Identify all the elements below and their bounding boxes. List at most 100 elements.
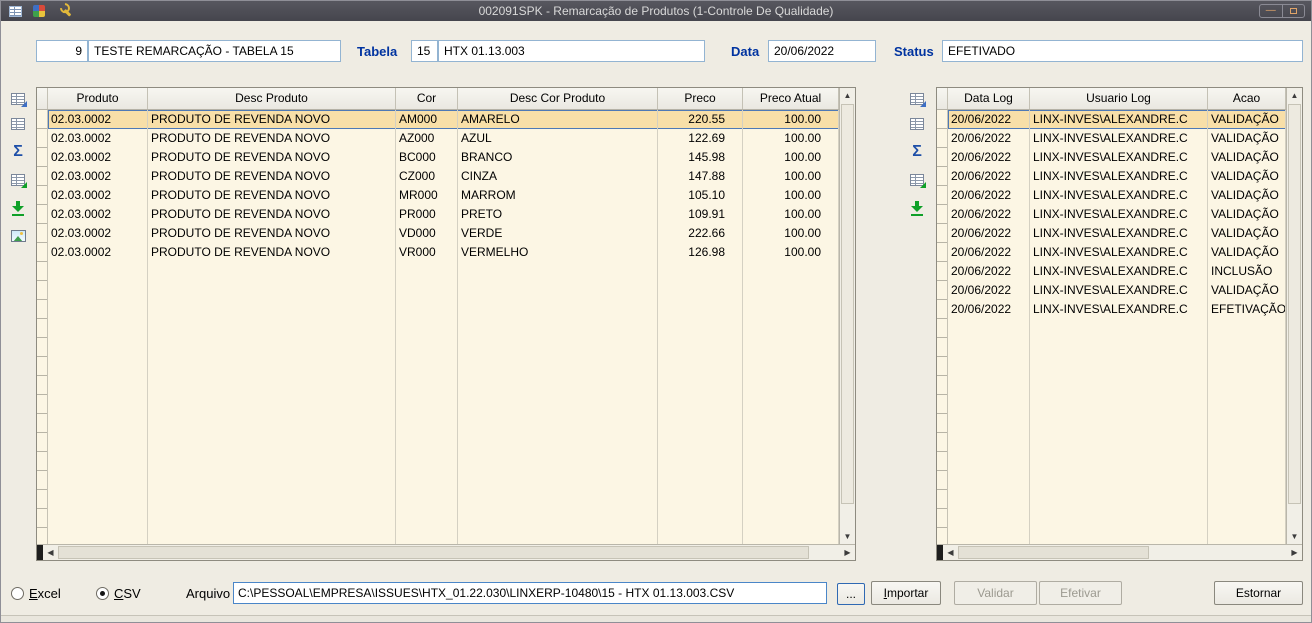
scroll-track[interactable] xyxy=(1287,103,1302,529)
excel-export-icon[interactable] xyxy=(8,170,28,190)
importar-button[interactable]: Importar xyxy=(871,581,941,605)
table-cell: 100.00 xyxy=(784,226,821,240)
table-cell: INCLUSÃO xyxy=(1211,264,1273,278)
csv-radio-label[interactable]: CSV xyxy=(114,586,141,601)
titlebar[interactable]: 002091SPK - Remarcação de Produtos (1-Co… xyxy=(1,1,1311,21)
scroll-thumb[interactable] xyxy=(1288,104,1301,505)
table-cell: 145.98 xyxy=(688,150,725,164)
sum-icon[interactable]: Σ xyxy=(8,142,28,162)
image-icon[interactable] xyxy=(8,226,28,246)
grid-glyph xyxy=(11,118,25,130)
download-icon[interactable] xyxy=(8,198,28,218)
column-header[interactable]: Desc Produto xyxy=(148,88,396,109)
table-row[interactable]: 20/06/2022 LINX-INVES\ALEXANDRE.C VALIDAÇÃ… xyxy=(948,205,1286,224)
record-id-field[interactable]: 9 xyxy=(36,40,88,62)
column-header[interactable]: Acao xyxy=(1208,88,1286,109)
grid-export-icon[interactable] xyxy=(907,89,927,109)
table-cell: LINX-INVES\ALEXANDRE.C xyxy=(1033,283,1188,297)
table-row[interactable]: 02.03.0002 PRODUTO DE REVENDA NOVO BC000 BR… xyxy=(48,148,839,167)
scroll-thumb[interactable] xyxy=(958,546,1149,559)
minimize-icon[interactable]: — xyxy=(1260,5,1282,17)
scroll-thumb[interactable] xyxy=(58,546,809,559)
table-row[interactable]: 02.03.0002 PRODUTO DE REVENDA NOVO VD000 VE… xyxy=(48,224,839,243)
table-row[interactable]: 02.03.0002 PRODUTO DE REVENDA NOVO CZ000 CI… xyxy=(48,167,839,186)
validar-button[interactable]: Validar xyxy=(954,581,1037,605)
table-cell: 100.00 xyxy=(784,188,821,202)
column-header[interactable]: Data Log xyxy=(948,88,1030,109)
record-name-field[interactable]: TESTE REMARCAÇÃO - TABELA 15 xyxy=(88,40,341,62)
csv-radio[interactable] xyxy=(96,587,109,600)
grid-export-icon[interactable] xyxy=(8,89,28,109)
vertical-scrollbar[interactable]: ▲ ▼ xyxy=(839,88,855,544)
table-row[interactable]: 20/06/2022 LINX-INVES\ALEXANDRE.C VALIDAÇÃ… xyxy=(948,281,1286,300)
column-header[interactable]: Produto xyxy=(48,88,148,109)
status-field[interactable]: EFETIVADO xyxy=(942,40,1303,62)
scroll-track[interactable] xyxy=(58,545,840,560)
table-row[interactable]: 20/06/2022 LINX-INVES\ALEXANDRE.C INCLUSÃO xyxy=(948,262,1286,281)
table-row[interactable]: 02.03.0002 PRODUTO DE REVENDA NOVO VR000 VE… xyxy=(48,243,839,262)
table-cell: 20/06/2022 xyxy=(951,169,1012,183)
sigma-glyph: Σ xyxy=(912,143,922,160)
table-row[interactable]: 20/06/2022 LINX-INVES\ALEXANDRE.C VALIDAÇÃ… xyxy=(948,224,1286,243)
scroll-thumb[interactable] xyxy=(841,104,854,505)
table-cell: VALIDAÇÃO xyxy=(1211,112,1279,126)
products-grid: Produto Desc Produto Cor Desc Cor Produto Pr… xyxy=(36,87,856,561)
vertical-scrollbar[interactable]: ▲ ▼ xyxy=(1286,88,1302,544)
grid-save-icon[interactable] xyxy=(907,114,927,134)
table-cell: LINX-INVES\ALEXANDRE.C xyxy=(1033,226,1188,240)
scroll-up-button[interactable]: ▲ xyxy=(1287,88,1302,103)
excel-radio[interactable] xyxy=(11,587,24,600)
tabela-numero-field[interactable]: 15 xyxy=(411,40,438,62)
table-row[interactable]: 02.03.0002 PRODUTO DE REVENDA NOVO AM000 AM… xyxy=(48,110,839,129)
table-row[interactable]: 20/06/2022 LINX-INVES\ALEXANDRE.C VALIDAÇÃ… xyxy=(948,148,1286,167)
restore-icon[interactable] xyxy=(1281,5,1305,17)
table-row[interactable]: 20/06/2022 LINX-INVES\ALEXANDRE.C EFETIVAÇ… xyxy=(948,300,1286,319)
table-row[interactable]: 20/06/2022 LINX-INVES\ALEXANDRE.C VALIDAÇÃ… xyxy=(948,110,1286,129)
table-cell: AZ000 xyxy=(399,131,435,145)
scroll-left-button[interactable]: ◀ xyxy=(43,545,58,560)
scroll-down-button[interactable]: ▼ xyxy=(1287,529,1302,544)
sum-icon[interactable]: Σ xyxy=(907,142,927,162)
column-header[interactable]: Preco xyxy=(658,88,743,109)
table-row[interactable]: 20/06/2022 LINX-INVES\ALEXANDRE.C VALIDAÇÃ… xyxy=(948,167,1286,186)
arquivo-path-field[interactable]: C:\PESSOAL\EMPRESA\ISSUES\HTX_01.22.030\… xyxy=(233,582,827,604)
column-header[interactable]: Cor xyxy=(396,88,458,109)
window-title: 002091SPK - Remarcação de Produtos (1-Co… xyxy=(478,4,834,18)
scroll-track[interactable] xyxy=(840,103,855,529)
tabela-descricao-field[interactable]: HTX 01.13.003 xyxy=(438,40,705,62)
column-separator xyxy=(147,110,148,544)
column-header[interactable]: Preco Atual xyxy=(743,88,839,109)
table-cell: 147.88 xyxy=(688,169,725,183)
table-cell: 02.03.0002 xyxy=(51,245,112,259)
column-header[interactable]: Usuario Log xyxy=(1030,88,1208,109)
scroll-down-button[interactable]: ▼ xyxy=(840,529,855,544)
table-row[interactable]: 20/06/2022 LINX-INVES\ALEXANDRE.C VALIDAÇÃ… xyxy=(948,129,1286,148)
download-icon[interactable] xyxy=(907,198,927,218)
scroll-right-button[interactable]: ▶ xyxy=(1287,545,1302,560)
grid-header: Data Log Usuario Log Acao xyxy=(937,88,1286,110)
table-row[interactable]: 02.03.0002 PRODUTO DE REVENDA NOVO AZ000 AZ… xyxy=(48,129,839,148)
table-row[interactable]: 20/06/2022 LINX-INVES\ALEXANDRE.C VALIDAÇÃ… xyxy=(948,243,1286,262)
data-field[interactable]: 20/06/2022 xyxy=(768,40,876,62)
table-row[interactable]: 02.03.0002 PRODUTO DE REVENDA NOVO MR000 MA… xyxy=(48,186,839,205)
scroll-up-button[interactable]: ▲ xyxy=(840,88,855,103)
horizontal-scrollbar[interactable]: ◀ ▶ xyxy=(37,544,855,560)
table-row[interactable]: 02.03.0002 PRODUTO DE REVENDA NOVO PR000 PR… xyxy=(48,205,839,224)
excel-export-icon[interactable] xyxy=(907,170,927,190)
scroll-right-button[interactable]: ▶ xyxy=(840,545,855,560)
scroll-left-button[interactable]: ◀ xyxy=(943,545,958,560)
efetivar-button[interactable]: Efetivar xyxy=(1039,581,1122,605)
table-row[interactable]: 20/06/2022 LINX-INVES\ALEXANDRE.C VALIDAÇÃ… xyxy=(948,186,1286,205)
estornar-button[interactable]: Estornar xyxy=(1214,581,1303,605)
table-cell: 20/06/2022 xyxy=(951,283,1012,297)
grid-save-icon[interactable] xyxy=(8,114,28,134)
table-cell: AZUL xyxy=(461,131,492,145)
table-cell: 100.00 xyxy=(784,245,821,259)
table-cell: 02.03.0002 xyxy=(51,226,112,240)
column-header[interactable]: Desc Cor Produto xyxy=(458,88,658,109)
table-cell: VALIDAÇÃO xyxy=(1211,169,1279,183)
scroll-track[interactable] xyxy=(958,545,1287,560)
excel-radio-label[interactable]: Excel xyxy=(29,586,61,601)
browse-button[interactable]: ... xyxy=(837,583,865,605)
horizontal-scrollbar[interactable]: ◀ ▶ xyxy=(937,544,1302,560)
